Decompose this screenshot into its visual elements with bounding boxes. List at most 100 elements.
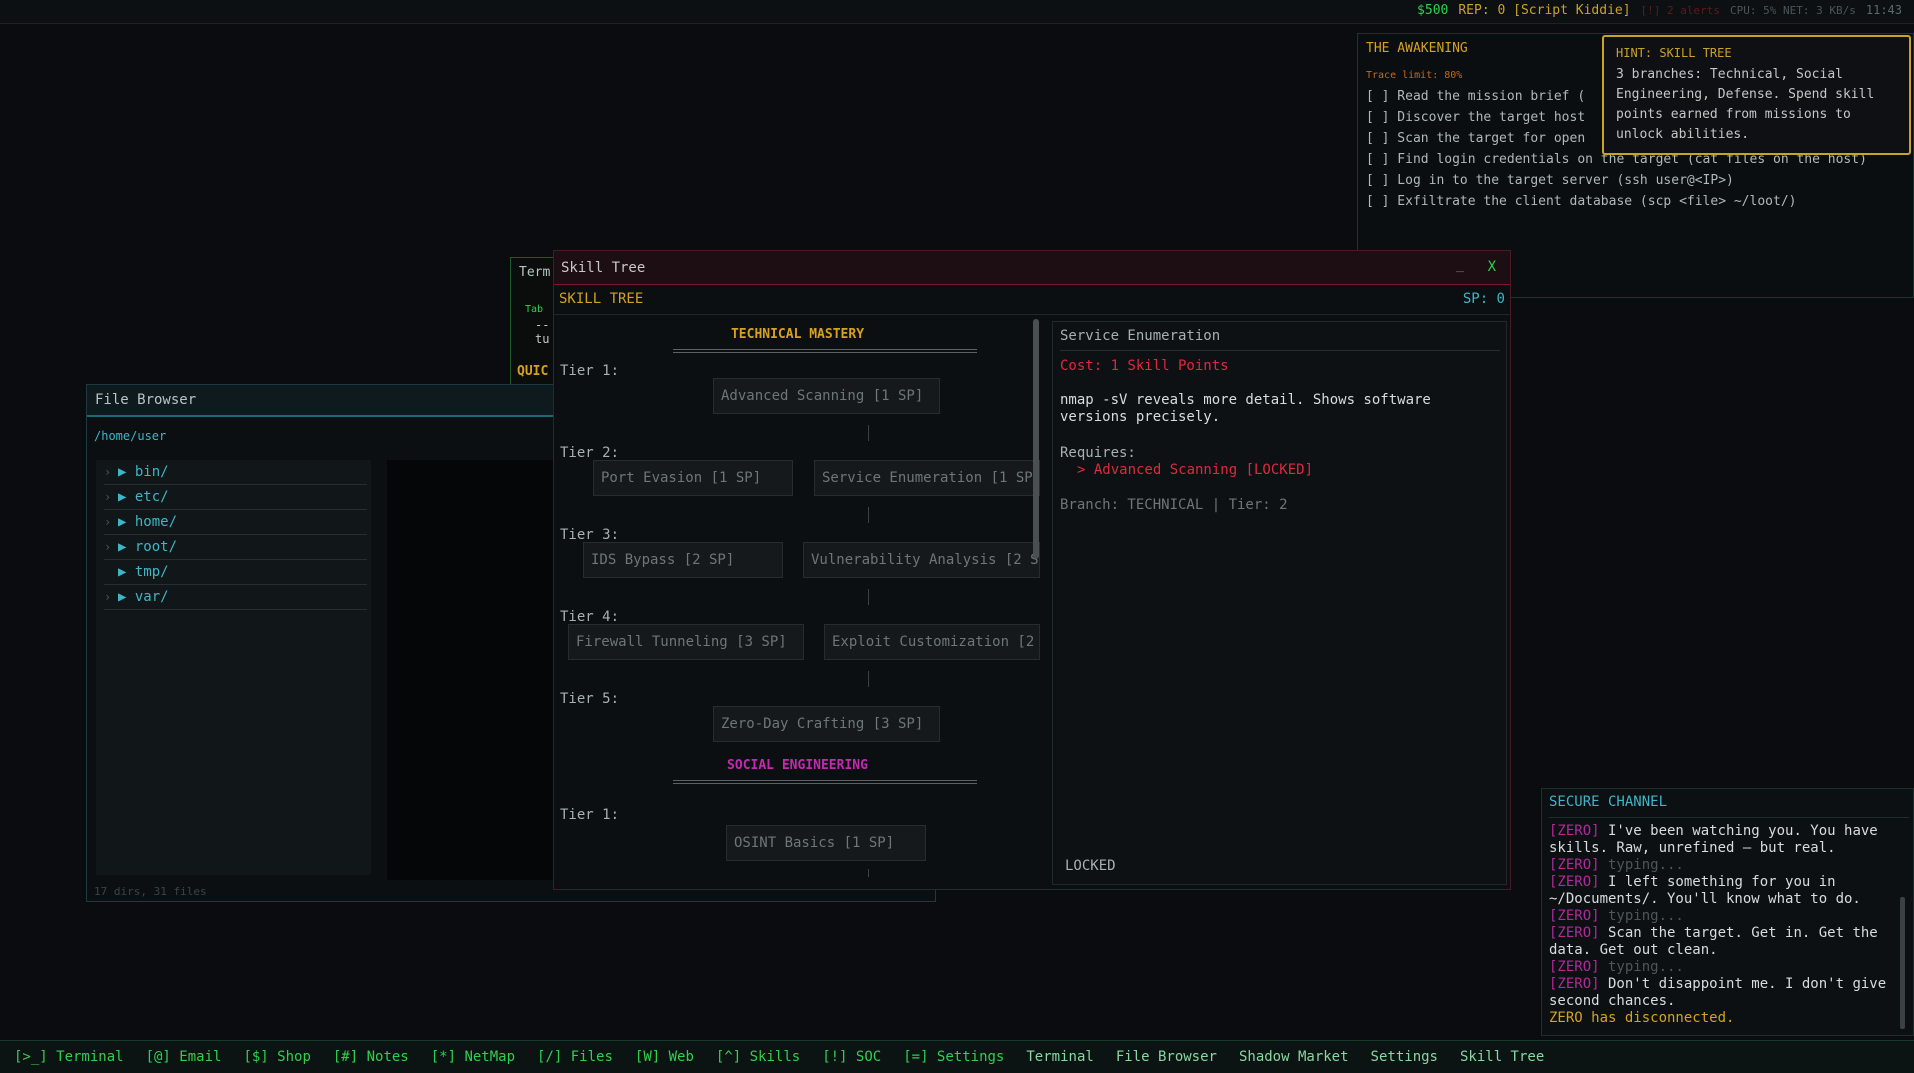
directory-item[interactable]: › ▶ bin/: [104, 460, 367, 485]
current-path: /home/user: [94, 429, 167, 443]
directory-item[interactable]: ▶ tmp/: [104, 560, 367, 585]
directory-name: ▶ bin/: [118, 464, 169, 480]
money-display: $500: [1417, 3, 1449, 18]
objective-item[interactable]: [ ] Exfiltrate the client database (scp …: [1366, 191, 1867, 212]
taskbar-terminal-button[interactable]: [>_] Terminal: [14, 1049, 124, 1065]
objective-item[interactable]: [ ] Log in to the target server (ssh use…: [1366, 170, 1867, 191]
skill-node-port-evasion[interactable]: Port Evasion [1 SP]: [593, 460, 793, 496]
skill-node-ids-bypass[interactable]: IDS Bypass [2 SP]: [583, 542, 783, 578]
hint-title: HINT: SKILL TREE: [1616, 46, 1732, 60]
open-window-settings[interactable]: Settings: [1371, 1049, 1438, 1065]
taskbar-netmap-button[interactable]: [*] NetMap: [431, 1049, 515, 1065]
directory-name: ▶ root/: [118, 539, 178, 555]
taskbar-email-button[interactable]: [@] Email: [146, 1049, 222, 1065]
skill-tree-heading: SKILL TREE: [559, 291, 644, 307]
taskbar-web-button[interactable]: [W] Web: [635, 1049, 694, 1065]
alerts-indicator[interactable]: [!] 2 alerts: [1641, 4, 1720, 17]
message-sender: [ZERO]: [1549, 857, 1600, 873]
terminal-quick-heading: QUIC: [517, 364, 549, 379]
tier-label: Tier 5:: [560, 691, 620, 707]
message-sender: [ZERO]: [1549, 908, 1600, 924]
clock: 11:43: [1865, 3, 1902, 17]
directory-item[interactable]: › ▶ etc/: [104, 485, 367, 510]
skill-points: SP: 0: [1462, 291, 1505, 307]
node-connector: [868, 425, 869, 441]
branch-divider: [673, 780, 977, 784]
close-button[interactable]: X: [1488, 259, 1496, 275]
skill-meta: Branch: TECHNICAL | Tier: 2: [1060, 497, 1288, 513]
directory-item[interactable]: › ▶ var/: [104, 585, 367, 610]
divider: [1060, 350, 1500, 351]
skill-description: nmap -sV reveals more detail. Shows soft…: [1060, 392, 1431, 425]
open-window-file-browser[interactable]: File Browser: [1116, 1049, 1217, 1065]
chevron-right-icon: ›: [104, 590, 112, 604]
skill-tree-pane[interactable]: TECHNICAL MASTERY Tier 1: Advanced Scann…: [555, 317, 1040, 877]
reputation-display: REP: 0 [Script Kiddie]: [1458, 3, 1631, 18]
typing-indicator: typing...: [1599, 908, 1684, 924]
skill-tree-window[interactable]: Skill Tree _ X SKILL TREE SP: 0 TECHNICA…: [553, 250, 1511, 890]
node-connector: [868, 589, 869, 605]
node-connector: [868, 671, 869, 687]
message-sender: [ZERO]: [1549, 874, 1600, 890]
system-stats: CPU: 5% NET: 3 KB/s: [1730, 4, 1856, 17]
skill-tree-titlebar[interactable]: Skill Tree _ X: [554, 251, 1510, 285]
message-text: Don't disappoint me. I don't give second…: [1549, 976, 1887, 1009]
taskbar-settings-button[interactable]: [=] Settings: [903, 1049, 1004, 1065]
directory-item[interactable]: › ▶ home/: [104, 510, 367, 535]
taskbar-notes-button[interactable]: [#] Notes: [333, 1049, 409, 1065]
skill-tree-header: SKILL TREE SP: 0: [554, 285, 1510, 315]
open-window-shadow-market[interactable]: Shadow Market: [1239, 1049, 1349, 1065]
message-sender: [ZERO]: [1549, 823, 1600, 839]
skill-status: LOCKED: [1065, 858, 1116, 874]
skill-node-service-enumeration[interactable]: Service Enumeration [1 SP]: [814, 460, 1040, 496]
node-connector: [868, 869, 869, 877]
open-window-skill-tree[interactable]: Skill Tree: [1460, 1049, 1544, 1065]
taskbar-files-button[interactable]: [/] Files: [537, 1049, 613, 1065]
skill-detail-title: Service Enumeration: [1060, 328, 1221, 344]
branch-heading-social: SOCIAL ENGINEERING: [727, 758, 868, 773]
skill-node-vulnerability-analysis[interactable]: Vulnerability Analysis [2 SP]: [803, 542, 1040, 578]
chevron-right-icon: ›: [104, 515, 112, 529]
chat-message: [ZERO] Don't disappoint me. I don't give…: [1549, 976, 1889, 1010]
taskbar: [>_] Terminal [@] Email [$] Shop [#] Not…: [0, 1040, 1914, 1073]
taskbar-soc-button[interactable]: [!] SOC: [822, 1049, 881, 1065]
directory-item[interactable]: › ▶ root/: [104, 535, 367, 560]
skill-node-zero-day-crafting[interactable]: Zero-Day Crafting [3 SP]: [713, 706, 940, 742]
chevron-right-icon: ›: [104, 490, 112, 504]
directory-name: ▶ tmp/: [118, 564, 169, 580]
requires-label: Requires:: [1060, 445, 1136, 461]
open-window-terminal[interactable]: Terminal: [1026, 1049, 1093, 1065]
skill-node-advanced-scanning[interactable]: Advanced Scanning [1 SP]: [713, 378, 940, 414]
skill-node-exploit-customization[interactable]: Exploit Customization [2 SP]: [824, 624, 1040, 660]
chat-message: [ZERO] I left something for you in ~/Doc…: [1549, 874, 1889, 908]
tier-label: Tier 4:: [560, 609, 620, 625]
vertical-scrollbar[interactable]: [1033, 319, 1039, 559]
directory-name: ▶ etc/: [118, 489, 169, 505]
vertical-scrollbar[interactable]: [1900, 897, 1905, 1029]
requirement-item: > Advanced Scanning [LOCKED]: [1077, 462, 1314, 478]
taskbar-skills-button[interactable]: [^] Skills: [716, 1049, 800, 1065]
top-status-bar: $500 REP: 0 [Script Kiddie] [!] 2 alerts…: [0, 0, 1914, 24]
message-sender: [ZERO]: [1549, 959, 1600, 975]
tier-label: Tier 1:: [560, 807, 620, 823]
chat-message: [ZERO] I've been watching you. You have …: [1549, 823, 1889, 857]
chat-message: [ZERO] Scan the target. Get in. Get the …: [1549, 925, 1889, 959]
message-list: [ZERO] I've been watching you. You have …: [1549, 823, 1889, 1027]
directory-tree: › ▶ bin/ › ▶ etc/ › ▶ home/ › ▶ root/ ▶ tmp/…: [96, 460, 371, 875]
chat-message: [ZERO] typing...: [1549, 857, 1889, 874]
message-sender: [ZERO]: [1549, 925, 1600, 941]
node-connector: [868, 507, 869, 523]
skill-node-firewall-tunneling[interactable]: Firewall Tunneling [3 SP]: [568, 624, 804, 660]
skill-node-osint-basics[interactable]: OSINT Basics [1 SP]: [726, 825, 926, 861]
tier-label: Tier 1:: [560, 363, 620, 379]
taskbar-shop-button[interactable]: [$] Shop: [243, 1049, 310, 1065]
disconnect-notice: ZERO has disconnected.: [1549, 1010, 1735, 1026]
minimize-button[interactable]: _: [1456, 258, 1464, 273]
typing-indicator: typing...: [1599, 959, 1684, 975]
hint-tooltip: HINT: SKILL TREE 3 branches: Technical, …: [1602, 35, 1911, 155]
skill-cost: Cost: 1 Skill Points: [1060, 358, 1229, 374]
channel-title: SECURE CHANNEL: [1549, 794, 1668, 810]
file-count: 17 dirs, 31 files: [94, 885, 207, 898]
branch-divider: [673, 349, 977, 353]
trace-limit: Trace limit: 80%: [1366, 70, 1463, 81]
